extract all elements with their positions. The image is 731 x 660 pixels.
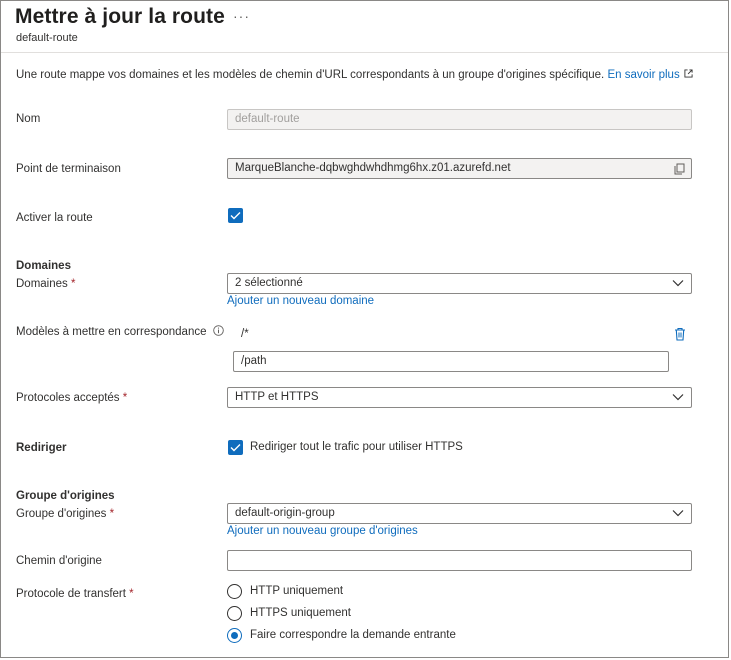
more-options-button[interactable]: ··· — [233, 8, 250, 24]
origin-group-label: Groupe d'origines * — [16, 508, 115, 520]
domains-label: Domaines * — [16, 278, 76, 290]
chevron-down-icon — [672, 510, 684, 517]
radio-match-request-label: Faire correspondre la demande entrante — [250, 629, 456, 641]
radio-http-only-label: HTTP uniquement — [250, 585, 344, 597]
add-domain-link[interactable]: Ajouter un nouveau domaine — [227, 295, 374, 307]
forwarding-protocol-label: Protocole de transfert * — [16, 588, 134, 600]
origin-path-input[interactable] — [227, 550, 692, 571]
page-title: Mettre à jour la route — [15, 5, 225, 28]
description: Une route mappe vos domaines et les modè… — [16, 69, 693, 81]
add-origin-group-link[interactable]: Ajouter un nouveau groupe d'origines — [227, 525, 418, 537]
patterns-label: Modèles à mettre en correspondance — [16, 325, 224, 338]
radio-https-only-label: HTTPS uniquement — [250, 607, 351, 619]
redirect-checkbox-label: Rediriger tout le trafic pour utiliser H… — [250, 441, 463, 453]
origin-group-dropdown[interactable]: default-origin-group — [227, 503, 692, 524]
domains-section-title: Domaines — [16, 260, 71, 272]
name-input: default-route — [227, 109, 692, 130]
info-icon[interactable] — [212, 325, 224, 336]
radio-http-only[interactable] — [227, 584, 242, 599]
required-marker: * — [70, 278, 76, 290]
origin-section-title: Groupe d'origines — [16, 490, 115, 502]
pattern-item: /* — [241, 328, 249, 340]
endpoint-label: Point de terminaison — [16, 163, 121, 175]
required-marker: * — [129, 588, 134, 600]
checkmark-icon — [230, 444, 241, 452]
header-divider — [1, 52, 728, 53]
description-text: Une route mappe vos domaines et les modè… — [16, 69, 605, 81]
required-marker: * — [109, 508, 115, 520]
origin-path-label: Chemin d'origine — [16, 555, 102, 567]
radio-match-request[interactable] — [227, 628, 242, 643]
enable-route-label: Activer la route — [16, 212, 93, 224]
checkmark-icon — [230, 212, 241, 220]
required-marker: * — [122, 392, 128, 404]
delete-icon[interactable] — [674, 327, 686, 341]
redirect-label: Rediriger — [16, 442, 67, 454]
redirect-checkbox[interactable] — [228, 440, 243, 455]
pattern-input[interactable]: /path — [233, 351, 669, 372]
learn-more-link[interactable]: En savoir plus — [607, 69, 693, 81]
protocols-label: Protocoles acceptés * — [16, 392, 128, 404]
domains-dropdown[interactable]: 2 sélectionné — [227, 273, 692, 294]
endpoint-input[interactable]: MarqueBlanche-dqbwghdwhdhmg6hx.z01.azure… — [227, 158, 692, 179]
copy-icon[interactable] — [674, 163, 685, 175]
enable-route-checkbox[interactable] — [228, 208, 243, 223]
radio-https-only[interactable] — [227, 606, 242, 621]
chevron-down-icon — [672, 280, 684, 287]
page-subtitle: default-route — [16, 32, 78, 44]
name-label: Nom — [16, 113, 41, 125]
external-link-icon — [684, 69, 693, 78]
protocols-dropdown[interactable]: HTTP et HTTPS — [227, 387, 692, 408]
chevron-down-icon — [672, 394, 684, 401]
